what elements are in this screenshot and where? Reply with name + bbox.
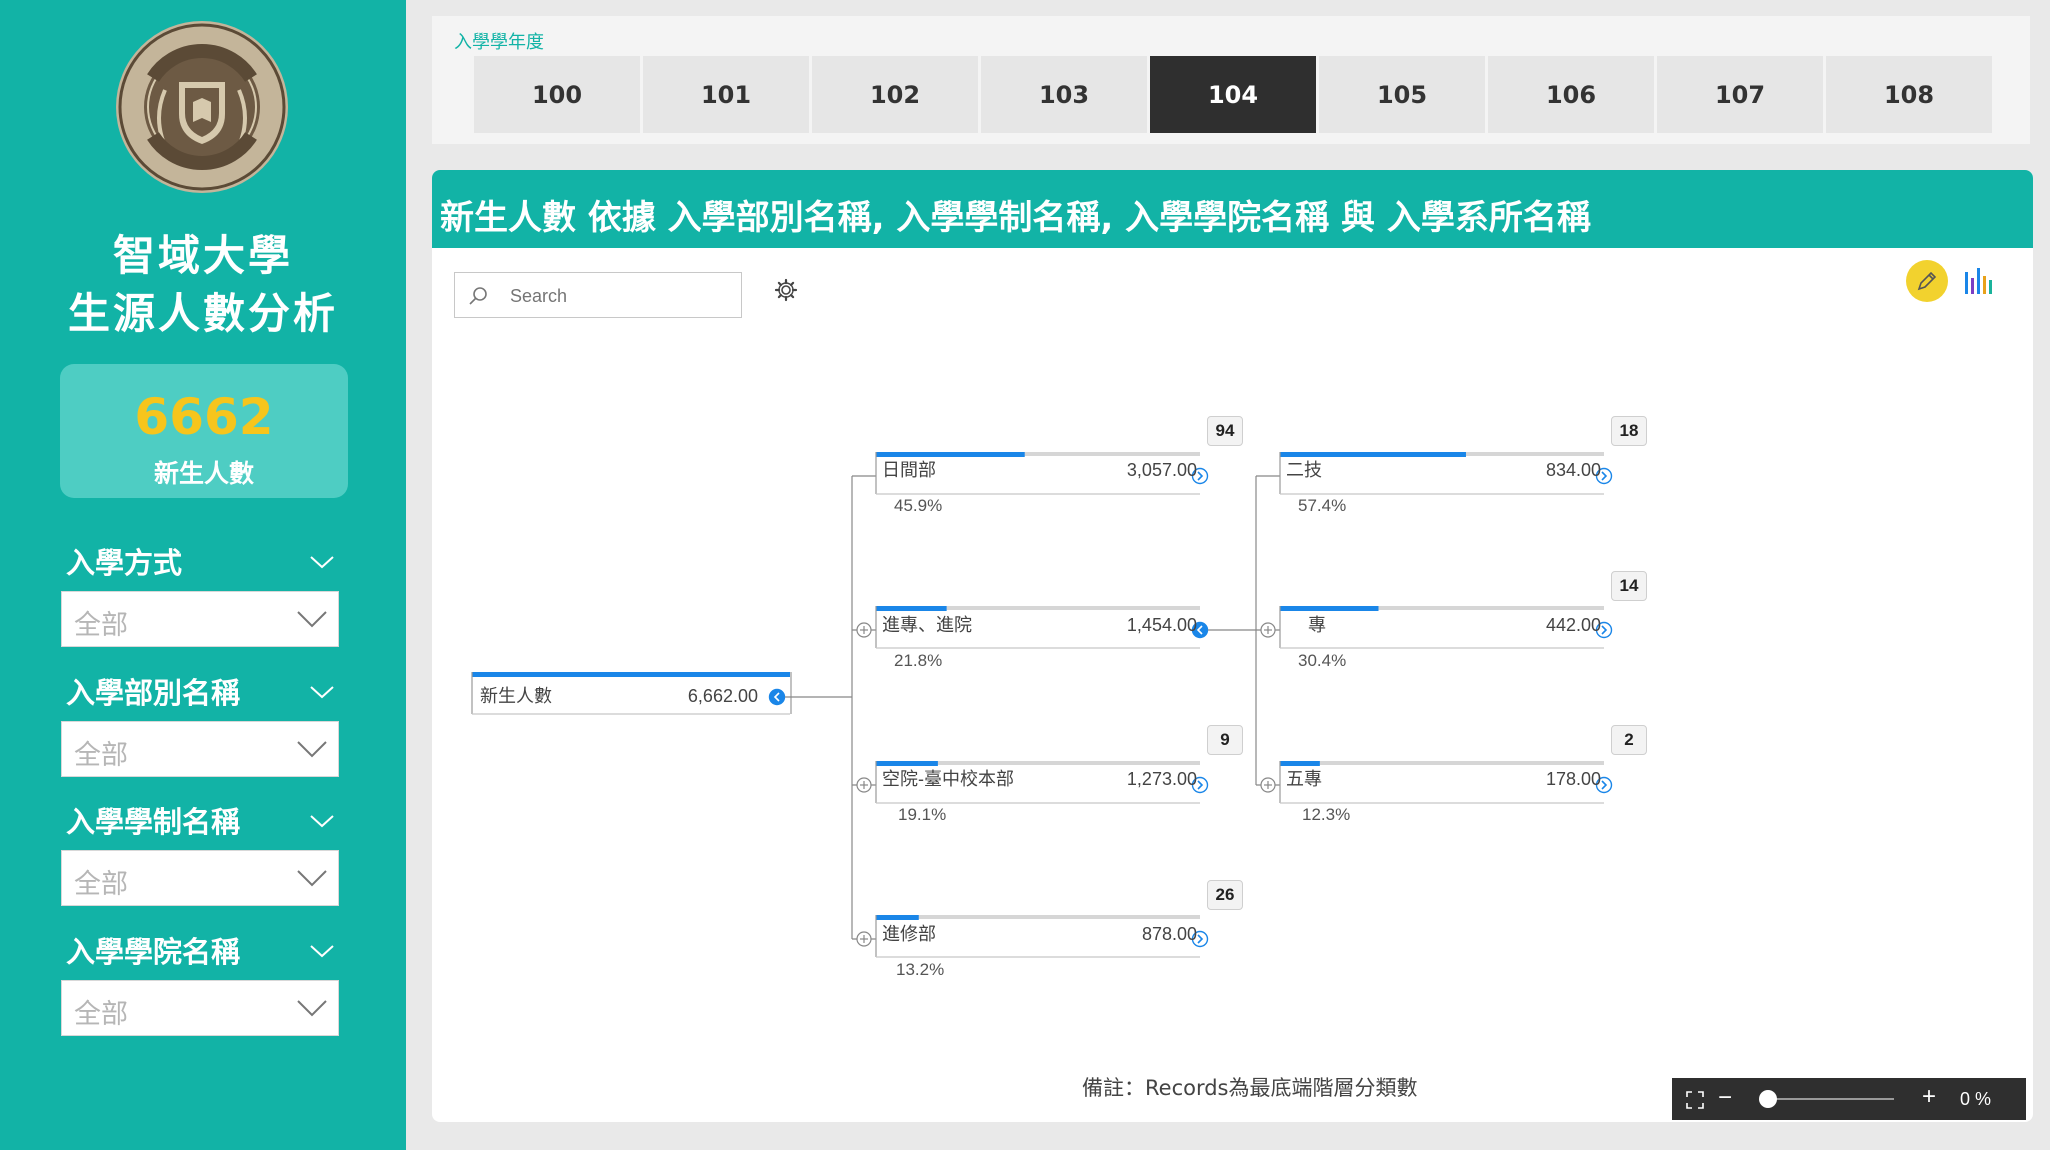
expand-plus-icon[interactable]	[856, 622, 872, 638]
l2-node-value: 178.00	[1545, 769, 1601, 789]
l2-node-value: 442.00	[1545, 615, 1601, 635]
filter-label-division: 入學部別名稱	[66, 676, 241, 710]
l2-node-percent: 12.3%	[1302, 805, 1351, 824]
root-node-label: 新生人數	[480, 686, 552, 706]
l1-node-value: 878.00	[1141, 924, 1197, 944]
decomposition-tree-card: 新生人數 依據 入學部別名稱, 入學學制名稱, 入學學院名稱 與 入學系所名稱	[432, 170, 2033, 1122]
kpi-label: 新生人數	[153, 459, 254, 488]
year-button-104-selected[interactable]: 104	[1150, 56, 1316, 133]
chevron-down-icon[interactable]	[308, 683, 336, 701]
zoom-slider-handle[interactable]	[1759, 1090, 1777, 1108]
l1-node-value: 1,273.00	[1126, 769, 1197, 789]
year-button-102[interactable]: 102	[812, 56, 978, 133]
chevron-down-icon	[297, 741, 327, 758]
zoom-in-button[interactable]: +	[1922, 1083, 1936, 1111]
filter-value: 全部	[74, 999, 128, 1030]
expand-plus-icon[interactable]	[856, 777, 872, 793]
l1-node-label[interactable]: 日間部	[882, 456, 936, 482]
records-badge: 14	[1611, 571, 1647, 601]
chevron-down-icon	[297, 611, 327, 628]
l2-node-bar	[1280, 606, 1379, 611]
filter-value: 全部	[74, 869, 128, 900]
filter-value: 全部	[74, 610, 128, 641]
footnote: 備註：Records為最底端階層分類數	[1082, 1076, 1418, 1100]
chevron-down-icon	[297, 870, 327, 887]
filter-select-college[interactable]: 全部	[61, 980, 339, 1036]
zoom-level: 0 %	[1960, 1089, 1992, 1109]
year-slicer-title: 入學學年度	[454, 32, 544, 53]
year-button-106[interactable]: 106	[1488, 56, 1654, 133]
l1-node-value: 1,454.00	[1126, 615, 1197, 635]
filter-label-admission-method: 入學方式	[66, 546, 183, 580]
l1-node-label[interactable]: 進專、進院	[882, 611, 972, 637]
records-badge: 2	[1611, 725, 1647, 755]
l2-node-percent: 30.4%	[1298, 651, 1347, 670]
records-badge: 26	[1207, 880, 1243, 910]
visual-header: 新生人數 依據 入學部別名稱, 入學學制名稱, 入學學院名稱 與 入學系所名稱	[432, 170, 2033, 248]
l1-node-percent: 13.2%	[896, 960, 945, 979]
records-badge: 18	[1611, 416, 1647, 446]
l2-node-label[interactable]: 二技	[1286, 456, 1322, 482]
filter-select-program[interactable]: 全部	[61, 850, 339, 906]
year-button-row: 100 101 102 103 104 105 106 107 108	[474, 56, 1992, 133]
visual-title: 新生人數 依據 入學部別名稱, 入學學制名稱, 入學學院名稱 與 入學系所名稱	[440, 198, 1591, 238]
filter-label-program: 入學學制名稱	[66, 805, 241, 839]
records-badge: 94	[1207, 416, 1243, 446]
year-button-101[interactable]: 101	[643, 56, 809, 133]
year-button-105[interactable]: 105	[1319, 56, 1485, 133]
expand-plus-icon[interactable]	[1260, 777, 1276, 793]
root-node-value: 6,662.00	[687, 686, 758, 706]
root-node-bar	[472, 672, 790, 677]
filter-select-admission-method[interactable]: 全部	[61, 591, 339, 647]
chevron-down-icon[interactable]	[308, 942, 336, 960]
zoom-out-button[interactable]: −	[1718, 1084, 1732, 1112]
chevron-down-icon[interactable]	[308, 553, 336, 571]
l1-node-percent: 21.8%	[894, 651, 943, 670]
fit-to-page-icon[interactable]	[1686, 1091, 1704, 1109]
year-button-108[interactable]: 108	[1826, 56, 1992, 133]
l2-node-percent: 57.4%	[1298, 496, 1347, 515]
zoom-slider-track[interactable]	[1764, 1098, 1894, 1100]
chevron-down-icon[interactable]	[308, 812, 336, 830]
filter-value: 全部	[74, 740, 128, 771]
year-button-107[interactable]: 107	[1657, 56, 1823, 133]
zoom-control: − + 0 %	[1672, 1078, 2026, 1120]
expand-plus-icon[interactable]	[1260, 622, 1276, 638]
records-badge: 9	[1207, 725, 1243, 755]
l1-node-percent: 45.9%	[894, 496, 943, 515]
year-slicer: 入學學年度 100 101 102 103 104 105 106 107 10…	[432, 16, 2030, 144]
sidebar: 智域大學 生源人數分析 6662 新生人數 入學方式 全部 入學部別名稱 全部 …	[0, 0, 406, 1150]
chevron-down-icon	[297, 1000, 327, 1017]
kpi-card: 6662 新生人數	[60, 364, 348, 498]
year-button-100[interactable]: 100	[474, 56, 640, 133]
app-title-line1: 智域大學	[112, 231, 293, 280]
l2-node-label[interactable]: 專	[1308, 611, 1326, 637]
l1-node-percent: 19.1%	[898, 805, 947, 824]
l2-node-label[interactable]: 五專	[1286, 765, 1322, 791]
app-title-line2: 生源人數分析	[67, 289, 338, 338]
kpi-value: 6662	[134, 388, 274, 446]
university-logo-icon	[116, 21, 288, 193]
filter-select-division[interactable]: 全部	[61, 721, 339, 777]
filter-label-college: 入學學院名稱	[66, 935, 241, 969]
collapse-chevron-icon[interactable]	[768, 688, 786, 706]
expand-plus-icon[interactable]	[856, 931, 872, 947]
l1-node-label[interactable]: 進修部	[882, 920, 936, 946]
year-button-103[interactable]: 103	[981, 56, 1147, 133]
l2-node-value: 834.00	[1545, 460, 1601, 480]
l1-node-label[interactable]: 空院-臺中校本部	[882, 765, 1014, 791]
visual-body: 新生人數 6,662.00 日間部 3,057.00 45.9% 94 進專、進…	[440, 256, 2027, 1116]
l1-node-value: 3,057.00	[1126, 460, 1197, 480]
